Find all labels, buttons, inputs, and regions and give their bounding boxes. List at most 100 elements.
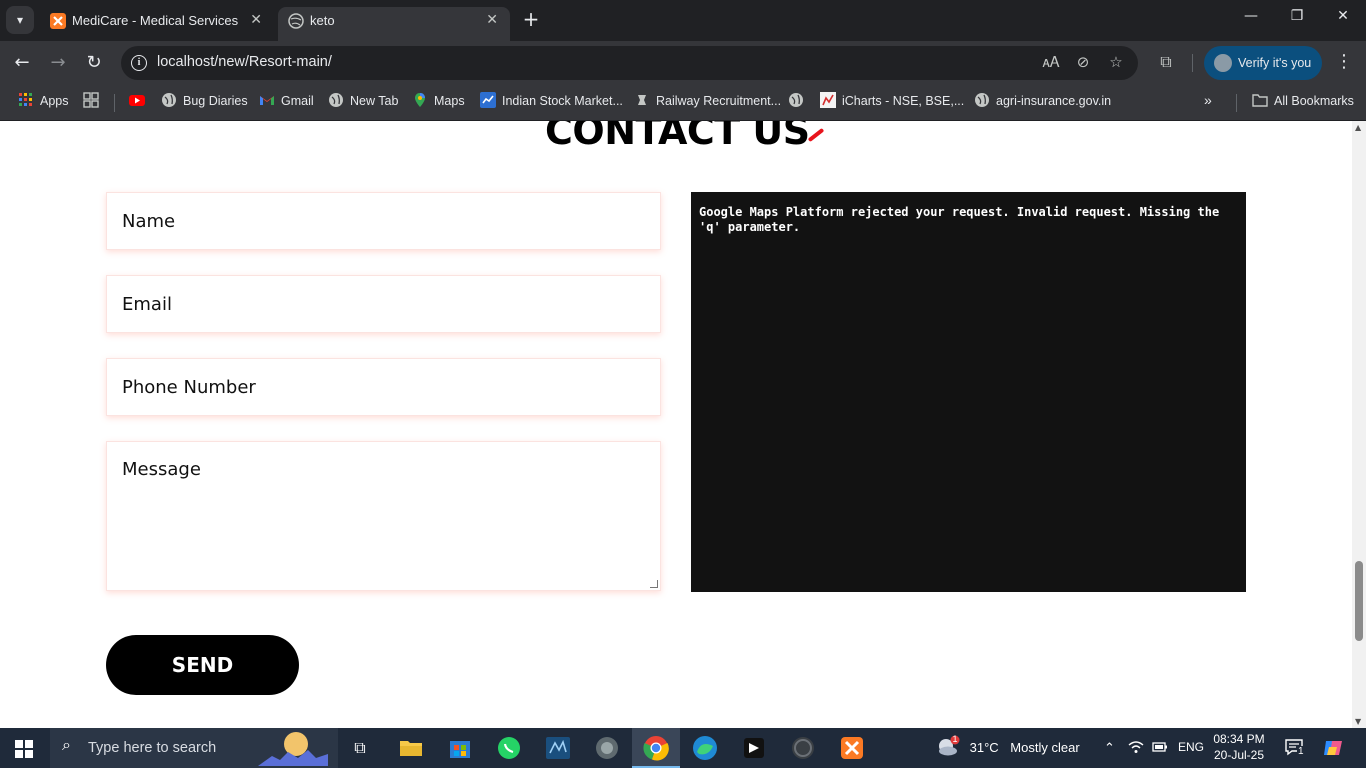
url-text: localhost/new/Resort-main/ [157,54,332,70]
mysql-workbench-icon[interactable] [544,734,572,762]
app-circle-icon[interactable] [593,734,621,762]
weather-widget[interactable]: 1 31°C Mostly clear [936,734,1080,759]
notifications-icon[interactable]: 1 [1284,737,1305,760]
scroll-thumb[interactable] [1355,561,1363,641]
globe-icon [288,13,304,29]
xampp-icon[interactable] [838,734,866,762]
file-explorer-icon[interactable] [397,734,425,762]
more-bookmarks-chevron-icon[interactable]: » [1204,92,1212,112]
search-highlight-art-icon [258,732,328,766]
page-title: CONTACT US [545,121,810,153]
verify-profile-button[interactable]: Verify it's you [1204,46,1322,80]
taskbar-search-box[interactable]: ⌕ Type here to search [50,728,338,768]
bookmark-maps[interactable]: Maps [412,92,465,112]
scroll-up-arrow-icon[interactable]: ▲ [1355,123,1361,132]
page-viewport: CONTACT US Name Email Phone Number Messa… [0,121,1352,728]
bookmark-gmail[interactable]: Gmail [259,92,314,112]
name-input[interactable]: Name [106,192,661,250]
translate-icon[interactable]: 🗚 [1041,53,1061,71]
message-placeholder: Message [122,459,201,480]
tab-title: keto [310,13,335,28]
browser-menu-icon[interactable]: ⋮ [1334,51,1354,72]
site-info-icon[interactable]: i [131,55,147,71]
bookmarks-bar: Apps Bug Diaries Gmail New Tab Maps Indi… [0,85,1366,121]
copilot-icon[interactable] [1322,737,1344,759]
apps-grid-icon [19,93,32,106]
whatsapp-icon[interactable] [495,734,523,762]
bookmarks-divider [1236,94,1237,112]
send-button[interactable]: SEND [106,635,299,695]
avatar [1214,54,1232,72]
tab-strip: ▾ MediCare - Medical Services ✕ keto ✕ +… [0,0,1366,41]
toolbar-divider [1192,54,1193,72]
all-bookmarks-button[interactable]: All Bookmarks [1252,92,1354,112]
new-tab-button[interactable]: + [520,8,542,30]
microsoft-store-icon[interactable] [446,734,474,762]
bookmark-icharts[interactable]: iCharts - NSE, BSE,... [820,92,964,112]
email-input[interactable]: Email [106,275,661,333]
verify-label: Verify it's you [1238,56,1312,70]
stock-icon [480,92,496,108]
back-arrow-icon[interactable]: ← [10,51,34,75]
globe-icon [975,93,989,107]
search-placeholder: Type here to search [88,740,217,756]
wordpress-icon[interactable] [789,734,817,762]
map-embed[interactable]: Google Maps Platform rejected your reque… [691,192,1246,592]
bookmark-apps[interactable]: Apps [18,92,69,112]
bookmark-agri-insurance[interactable]: agri-insurance.gov.in [974,92,1111,112]
bookmark-star-icon[interactable]: ☆ [1106,53,1126,71]
weather-temp: 31°C [969,739,999,755]
map-error-text: Google Maps Platform rejected your reque… [699,205,1220,234]
clock[interactable]: 08:34 PM 20-Jul-25 [1213,731,1265,763]
clock-time: 08:34 PM [1213,732,1265,746]
globe-icon [162,93,176,107]
tab-groups-icon[interactable] [83,92,105,112]
tracking-eye-off-icon[interactable]: ⊘ [1073,53,1093,71]
resize-handle-icon[interactable] [650,580,658,588]
bookmark-bug-diaries[interactable]: Bug Diaries [161,92,248,112]
tab-medicare[interactable]: MediCare - Medical Services ✕ [40,7,274,41]
tab-keto[interactable]: keto ✕ [278,7,510,41]
tab-search-chevron-icon[interactable]: ▾ [6,6,34,34]
restore-icon[interactable]: ❐ [1285,8,1309,24]
browser-toolbar: ← → ↻ i localhost/new/Resort-main/ 🗚 ⊘ ☆… [0,41,1366,85]
address-bar[interactable]: i localhost/new/Resort-main/ 🗚 ⊘ ☆ [121,46,1138,80]
cursor-editor-icon[interactable] [740,734,768,762]
bookmark-indian-stock-market[interactable]: Indian Stock Market... [480,92,623,112]
page-scrollbar[interactable]: ▲ ▼ [1352,121,1366,728]
minimize-icon[interactable]: — [1239,8,1263,24]
bookmarks-divider [114,94,115,112]
edge-icon[interactable] [691,734,719,762]
wifi-icon[interactable] [1128,740,1144,757]
globe-icon [789,93,803,107]
language-indicator[interactable]: ENG [1178,740,1204,754]
show-hidden-icons-chevron-icon[interactable]: ⌃ [1104,740,1115,756]
scroll-down-arrow-icon[interactable]: ▼ [1355,717,1361,726]
windows-start-icon[interactable] [15,740,33,758]
gmail-icon [260,96,274,105]
folder-icon [1252,94,1268,107]
icharts-icon [820,92,836,108]
bookmark-globe[interactable] [788,92,810,112]
bookmark-new-tab[interactable]: New Tab [328,92,398,112]
message-textarea[interactable]: Message [106,441,661,591]
battery-icon[interactable] [1152,740,1168,757]
chrome-icon[interactable] [642,734,670,762]
railway-icon [638,95,646,105]
close-window-icon[interactable]: ✕ [1331,8,1355,24]
close-tab-icon[interactable]: ✕ [486,11,498,28]
xampp-icon [50,13,66,29]
weather-badge: 1 [952,734,958,744]
youtube-icon[interactable] [129,92,151,112]
forward-arrow-icon[interactable]: → [46,51,70,75]
bookmark-railway-recruitment[interactable]: Railway Recruitment... [634,92,781,112]
extensions-puzzle-icon[interactable]: ⧉ [1155,52,1177,72]
task-view-icon[interactable]: ⧉ [346,734,374,762]
maps-pin-icon [415,93,425,107]
weather-text: Mostly clear [1010,739,1080,755]
close-tab-icon[interactable]: ✕ [250,11,262,28]
phone-input[interactable]: Phone Number [106,358,661,416]
clock-date: 20-Jul-25 [1213,748,1265,762]
reload-icon[interactable]: ↻ [82,51,106,75]
tab-title: MediCare - Medical Services [72,13,239,28]
